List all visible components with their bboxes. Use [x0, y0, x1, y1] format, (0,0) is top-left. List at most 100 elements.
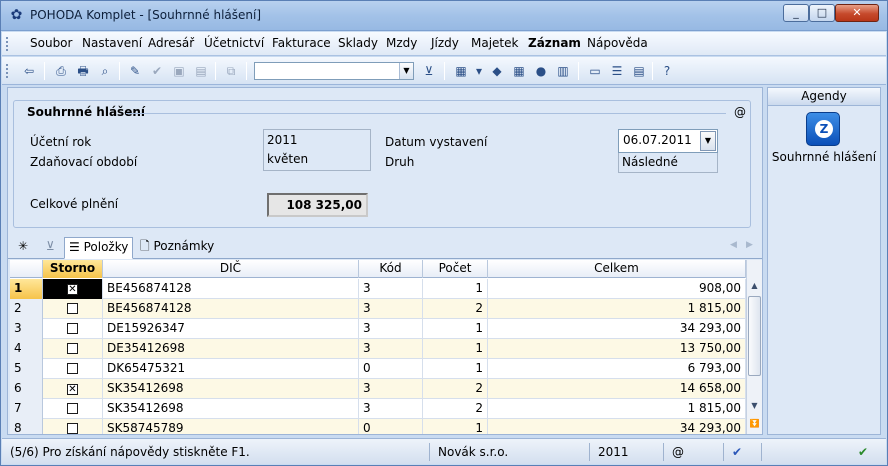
new-record-icon[interactable]: ✎	[126, 62, 144, 80]
copy-icon[interactable]: ⧉	[222, 62, 240, 80]
tab-next-icon[interactable]: ▶	[746, 240, 753, 250]
dic-cell[interactable]: DK65475321	[103, 359, 359, 379]
datum-vystaveni-input[interactable]: 06.07.2011 ▼	[618, 129, 718, 153]
storno-checkbox[interactable]: ✕	[43, 279, 103, 299]
table-view-icon[interactable]: ☰	[608, 62, 626, 80]
celkem-cell[interactable]: 6 793,00	[488, 359, 746, 379]
menu-zaznam[interactable]: Záznam	[528, 36, 581, 50]
menu-majetek[interactable]: Majetek	[471, 36, 518, 50]
storno-checkbox[interactable]	[43, 399, 103, 419]
tab-new-star[interactable]: ✳	[14, 237, 32, 257]
storno-checkbox[interactable]	[43, 359, 103, 379]
pocet-cell[interactable]: 2	[423, 299, 488, 319]
chevron-down-icon[interactable]: ▼	[700, 131, 716, 151]
kod-cell[interactable]: 3	[359, 379, 423, 399]
checkbox[interactable]	[67, 363, 78, 374]
souhrnne-hlaseni-icon[interactable]: Z	[806, 112, 840, 146]
list-view-icon[interactable]: ▤	[630, 62, 648, 80]
tab-polozky[interactable]: ☰ Položky	[64, 237, 134, 259]
menu-jizdy[interactable]: Jízdy	[431, 36, 459, 50]
menu-soubor[interactable]: Soubor	[30, 36, 72, 50]
agenda-item-label[interactable]: Souhrnné hlášení	[768, 150, 880, 164]
quick-search-combo[interactable]: ▼	[254, 62, 414, 80]
storno-checkbox[interactable]	[43, 419, 103, 434]
grid-scrollbar[interactable]: ▲ ▼ ⏬	[746, 260, 762, 434]
close-button[interactable]: ✕	[835, 4, 879, 22]
check-pen-icon[interactable]: ✔	[728, 443, 762, 461]
status-email-at[interactable]: @	[668, 443, 724, 461]
checkbox[interactable]	[67, 323, 78, 334]
table-row[interactable]: 3 DE15926347 3 1 34 293,00	[10, 319, 746, 339]
storno-checkbox[interactable]	[43, 319, 103, 339]
print-icon[interactable]: 🖶	[74, 62, 92, 80]
maximize-button[interactable]: □	[809, 4, 835, 22]
kod-cell[interactable]: 3	[359, 319, 423, 339]
email-at-icon[interactable]: @	[734, 105, 746, 119]
menu-adresar[interactable]: Adresář	[148, 36, 194, 50]
dic-cell[interactable]: BE456874128	[103, 299, 359, 319]
toolbar-grip[interactable]	[6, 64, 9, 78]
table-row[interactable]: 2 BE456874128 3 2 1 815,00	[10, 299, 746, 319]
kod-cell[interactable]: 3	[359, 399, 423, 419]
pocet-cell[interactable]: 1	[423, 339, 488, 359]
form-icon[interactable]: ▭	[586, 62, 604, 80]
celkem-cell[interactable]: 34 293,00	[488, 419, 746, 434]
menu-ucetnictvi[interactable]: Účetnictví	[204, 36, 264, 50]
table-row[interactable]: 6 ✕ SK35412698 3 2 14 658,00	[10, 379, 746, 399]
checkbox[interactable]	[67, 303, 78, 314]
table-row[interactable]: 7 SK35412698 3 2 1 815,00	[10, 399, 746, 419]
menu-nastaveni[interactable]: Nastavení	[82, 36, 142, 50]
calculator-icon[interactable]: ▥	[554, 62, 572, 80]
scroll-up-icon[interactable]: ▲	[747, 278, 762, 294]
table-row[interactable]: 8 SK58745789 0 1 34 293,00	[10, 419, 746, 434]
celkem-cell[interactable]: 34 293,00	[488, 319, 746, 339]
pocet-cell[interactable]: 1	[423, 359, 488, 379]
dic-cell[interactable]: BE456874128	[103, 279, 359, 299]
celkem-cell[interactable]: 908,00	[488, 279, 746, 299]
grid-header-storno[interactable]: Storno	[43, 260, 103, 278]
celkem-cell[interactable]: 14 658,00	[488, 379, 746, 399]
grid-header-pocet[interactable]: Počet	[423, 260, 488, 278]
scroll-end-icon[interactable]: ⏬	[747, 416, 762, 432]
checkbox[interactable]	[67, 423, 78, 434]
tab-prev-icon[interactable]: ◀	[730, 240, 737, 250]
menu-napoveda[interactable]: Nápověda	[587, 36, 648, 50]
storno-checkbox[interactable]: ✕	[43, 379, 103, 399]
print-preview-icon[interactable]: ⎙	[52, 62, 70, 80]
help-icon[interactable]: ?	[658, 62, 676, 80]
celkem-cell[interactable]: 1 815,00	[488, 299, 746, 319]
checkbox[interactable]: ✕	[67, 284, 78, 295]
confirm-icon[interactable]: ✔	[148, 62, 166, 80]
menu-sklady[interactable]: Sklady	[338, 36, 378, 50]
pocet-cell[interactable]: 1	[423, 319, 488, 339]
calendar-icon[interactable]: ▦	[510, 62, 528, 80]
scroll-down-icon[interactable]: ▼	[747, 398, 762, 414]
minimize-button[interactable]: _	[783, 4, 809, 22]
dic-cell[interactable]: SK35412698	[103, 399, 359, 419]
pocet-cell[interactable]: 1	[423, 419, 488, 434]
chevron-down-icon[interactable]: ▼	[399, 63, 413, 79]
kod-cell[interactable]: 3	[359, 339, 423, 359]
dic-cell[interactable]: DE35412698	[103, 339, 359, 359]
dic-cell[interactable]: SK58745789	[103, 419, 359, 434]
checkbox[interactable]: ✕	[67, 384, 78, 395]
kod-cell[interactable]: 0	[359, 419, 423, 434]
celkem-cell[interactable]: 13 750,00	[488, 339, 746, 359]
celkem-cell[interactable]: 1 815,00	[488, 399, 746, 419]
kod-cell[interactable]: 3	[359, 299, 423, 319]
pohoda-app-icon[interactable]: ✿	[8, 7, 25, 24]
menu-mzdy[interactable]: Mzdy	[386, 36, 417, 50]
folder-icon[interactable]: ▦	[452, 62, 470, 80]
save-icon[interactable]: ▣	[170, 62, 188, 80]
exit-agenda-icon[interactable]: ⇦	[20, 62, 38, 80]
menu-grip[interactable]	[6, 37, 9, 51]
checkbox[interactable]	[67, 403, 78, 414]
pocet-cell[interactable]: 2	[423, 379, 488, 399]
storno-checkbox[interactable]	[43, 339, 103, 359]
kod-cell[interactable]: 3	[359, 279, 423, 299]
grid-header-celkem[interactable]: Celkem	[488, 260, 746, 278]
table-row[interactable]: 4 DE35412698 3 1 13 750,00	[10, 339, 746, 359]
tag-icon[interactable]: ◆	[488, 62, 506, 80]
kod-cell[interactable]: 0	[359, 359, 423, 379]
table-row[interactable]: 1 ✕ BE456874128 3 1 908,00	[10, 279, 746, 299]
